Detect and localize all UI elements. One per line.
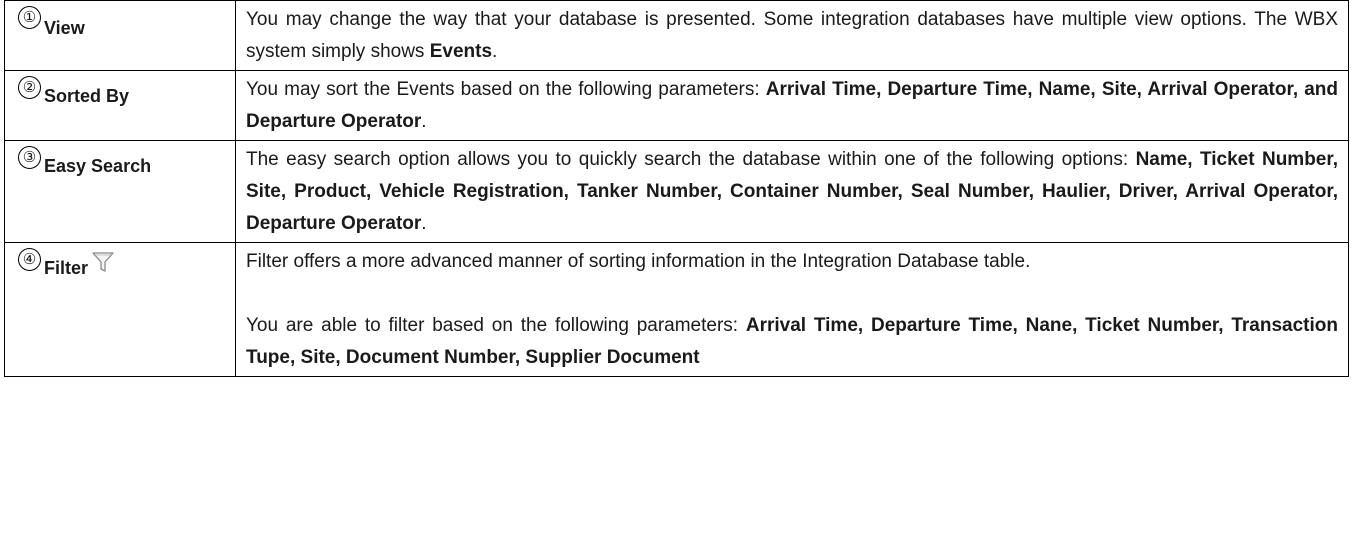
circled-number: ④: [18, 248, 41, 271]
description-cell: Filter offers a more advanced manner of …: [235, 242, 1349, 377]
row-label-filter: Filter: [44, 258, 89, 278]
row-description-filter: Filter offers a more advanced manner of …: [236, 243, 1348, 376]
filter-paragraph-1: Filter offers a more advanced manner of …: [246, 251, 1031, 272]
row-description-sorted-by: You may sort the Events based on the fol…: [246, 79, 1338, 132]
description-cell: You may change the way that your databas…: [235, 0, 1349, 71]
label-cell: ② Sorted By: [4, 70, 236, 141]
filter-funnel-icon: [91, 250, 115, 274]
label-cell: ④ Filter: [4, 242, 236, 377]
row-description-easy-search: The easy search option allows you to qui…: [246, 149, 1338, 234]
row-description-view: You may change the way that your databas…: [246, 9, 1338, 62]
filter-paragraph-2: You are able to filter based on the foll…: [246, 315, 1339, 368]
description-cell: You may sort the Events based on the fol…: [235, 70, 1349, 141]
label-cell: ③ Easy Search: [4, 140, 236, 243]
row-label-view: View: [44, 18, 85, 38]
row-label-sorted-by: Sorted By: [44, 86, 130, 106]
table-row-easy-search: ③ Easy Search The easy search option allo…: [4, 140, 1349, 243]
description-cell: The easy search option allows you to qui…: [235, 140, 1349, 243]
table-row-filter: ④ Filter Filter offers a more advanced ma…: [4, 242, 1349, 377]
circled-number: ②: [18, 76, 41, 99]
row-label-easy-search: Easy Search: [44, 156, 152, 176]
table-row-sorted-by: ② Sorted By You may sort the Events based…: [4, 70, 1349, 141]
table-row-view: ①View You may change the way that your d…: [4, 0, 1349, 71]
circled-number: ①: [18, 6, 41, 29]
circled-number: ③: [18, 146, 41, 169]
description-table: ①View You may change the way that your d…: [4, 0, 1349, 377]
label-cell: ①View: [4, 0, 236, 71]
